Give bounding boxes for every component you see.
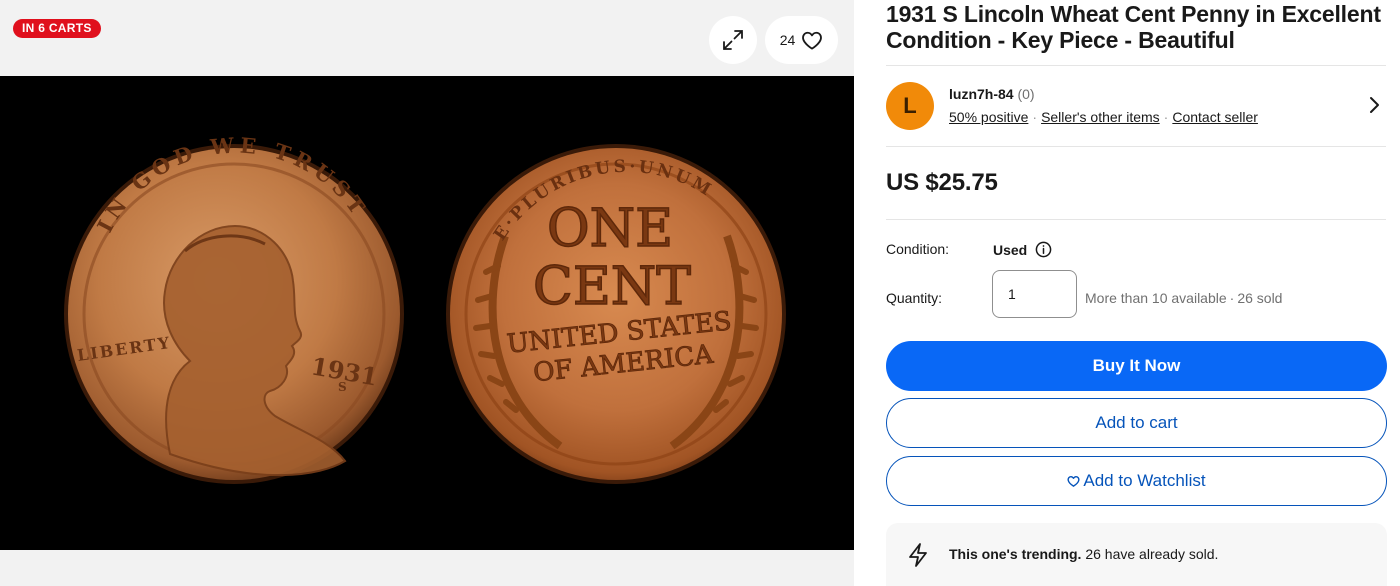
action-area: Buy It Now Add to cart Add to Watchlist …: [886, 0, 1387, 586]
heart-icon: [802, 31, 823, 50]
add-to-cart-button[interactable]: Add to cart: [886, 398, 1387, 448]
add-to-watchlist-button[interactable]: Add to Watchlist: [886, 456, 1387, 506]
svg-text:S: S: [338, 380, 347, 394]
svg-text:ONE: ONE: [547, 199, 673, 259]
coin-obverse: IN GOD WE TRUST LIBERTY 1931 S: [64, 132, 404, 484]
product-photo[interactable]: IN GOD WE TRUST LIBERTY 1931 S E·PLURIBU…: [0, 76, 854, 550]
watch-count: 24: [779, 32, 796, 48]
expand-icon: [723, 30, 743, 50]
expand-image-button[interactable]: [709, 16, 757, 64]
trending-headline: This one's trending.: [949, 546, 1082, 562]
trending-banner: This one's trending. 26 have already sol…: [886, 523, 1387, 586]
watchers-button[interactable]: 24: [765, 16, 838, 64]
add-to-watchlist-label: Add to Watchlist: [1083, 471, 1206, 490]
trending-text: This one's trending. 26 have already sol…: [949, 546, 1218, 562]
svg-text:CENT: CENT: [533, 257, 691, 317]
image-gallery: IN 6 CARTS 24 IN GOD WE TRUST LIBERTY 19…: [0, 0, 854, 586]
trending-detail: 26 have already sold.: [1085, 546, 1219, 562]
coin-reverse: E·PLURIBUS·UNUM ONE CENT UNITED STATES O…: [446, 144, 786, 484]
lightning-icon: [909, 543, 927, 567]
coin-image: IN GOD WE TRUST LIBERTY 1931 S E·PLURIBU…: [64, 132, 786, 484]
heart-icon: [1067, 475, 1080, 487]
in-carts-badge: IN 6 CARTS: [13, 19, 101, 38]
buy-it-now-button[interactable]: Buy It Now: [886, 341, 1387, 391]
